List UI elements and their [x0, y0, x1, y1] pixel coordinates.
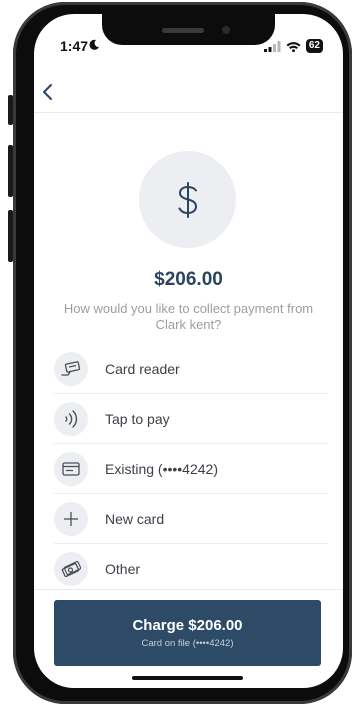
payment-prompt: How would you like to collect payment fr…: [63, 301, 314, 332]
option-label: Existing (••••4242): [105, 460, 218, 477]
phone-screen: 1:47 62 $206.00 How would you like to co…: [34, 14, 343, 688]
notch: [102, 14, 275, 45]
charge-button-sublabel: Card on file (••••4242): [141, 638, 234, 649]
chevron-left-icon[interactable]: [38, 82, 58, 102]
option-label: Tap to pay: [105, 410, 170, 427]
option-label: Card reader: [105, 360, 180, 377]
dollar-icon: [178, 181, 197, 218]
option-new-card[interactable]: New card: [54, 494, 328, 544]
option-tap-to-pay[interactable]: Tap to pay: [54, 394, 328, 444]
status-time: 1:47: [60, 38, 89, 54]
payment-amount: $206.00: [154, 269, 223, 290]
option-existing-card[interactable]: Existing (••••4242): [54, 444, 328, 494]
option-other[interactable]: Other: [54, 544, 328, 593]
option-label: New card: [105, 510, 165, 527]
signal-icon: [263, 40, 281, 52]
footer-divider: [34, 589, 343, 590]
nav-bar: [34, 70, 343, 113]
option-card-reader[interactable]: Card reader: [54, 344, 328, 394]
charge-button-label: Charge $206.00: [132, 617, 243, 634]
charge-button[interactable]: Charge $206.00 Card on file (••••4242): [54, 600, 321, 666]
moon-icon: [89, 39, 99, 50]
plus-icon: [64, 511, 78, 526]
payment-options-list: Card reader Tap to pay Existing (••••424…: [54, 344, 328, 593]
status-icons: 62: [263, 39, 323, 53]
wifi-icon: [286, 41, 301, 52]
speaker-grille: [162, 28, 204, 33]
cash-icon: [61, 560, 81, 577]
home-indicator[interactable]: [132, 676, 243, 680]
card-icon: [62, 461, 80, 476]
front-camera: [222, 26, 230, 34]
contactless-icon: [65, 409, 78, 428]
card-reader-icon: [61, 360, 81, 376]
option-label: Other: [105, 560, 141, 577]
battery-icon: 62: [305, 39, 323, 53]
amount-avatar: [139, 151, 236, 248]
